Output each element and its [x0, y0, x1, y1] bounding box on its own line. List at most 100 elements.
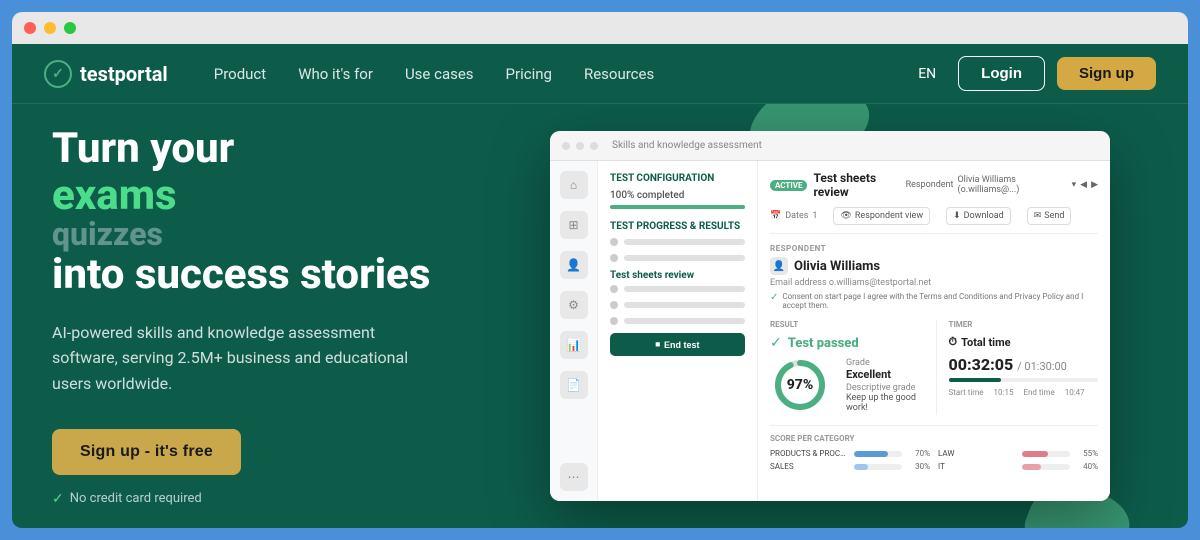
- score-pct-0: 70%: [906, 449, 930, 458]
- test-config-progress-bar: [610, 205, 745, 209]
- hero-title-word2: quizzes: [52, 218, 452, 252]
- sidebar-icon-home[interactable]: ⌂: [560, 171, 588, 199]
- test-config-progress-fill: [610, 205, 745, 209]
- app-body: ⌂ ⊞ 👤 ⚙ 📊 📄 ⋯ Test configuration 100% co…: [550, 161, 1110, 501]
- app-dot-1: [562, 142, 570, 150]
- eye-icon: 👁: [840, 211, 851, 221]
- clock-icon: ⏱: [949, 335, 958, 349]
- navbar: ✓ testportal Product Who it's for Use ca…: [12, 44, 1188, 104]
- respondent-section-label: RESPONDENT: [770, 244, 1098, 253]
- timer-value: 00:32:05 / 01:30:00: [949, 355, 1099, 374]
- respondent-view-btn[interactable]: 👁 Respondent view: [833, 207, 930, 225]
- panel-row-3: [610, 285, 745, 293]
- score-bar-wrap-2: [1022, 451, 1070, 457]
- panel-dot-3: [610, 285, 618, 293]
- panel-dot-5: [610, 317, 618, 325]
- person-icon: 👤: [770, 257, 788, 275]
- timer-max: / 01:30:00: [1017, 360, 1067, 373]
- download-icon: ⬇: [953, 211, 961, 221]
- calendar-icon: 📅: [770, 211, 781, 221]
- meta-row: 📅 Dates 1 👁 Respondent view ⬇ Download: [770, 207, 1098, 234]
- score-section-label: SCORE PER CATEGORY: [770, 434, 1098, 443]
- sidebar-icon-settings[interactable]: ⚙: [560, 291, 588, 319]
- send-icon: ✉: [1034, 211, 1042, 221]
- score-name-0: PRODUCTS & PROCEDURES: [770, 449, 850, 458]
- hero-section: Turn your exams quizzes into success sto…: [12, 104, 1188, 528]
- result-block: RESULT ✓ Test passed: [770, 320, 920, 415]
- chevron-icon: ▾: [1072, 180, 1077, 190]
- main-header: ACTIVE Test sheets review Respondent Oli…: [770, 171, 1098, 199]
- language-selector[interactable]: EN: [908, 60, 946, 88]
- nav-next-icon[interactable]: ▶: [1091, 180, 1098, 190]
- login-button[interactable]: Login: [958, 56, 1045, 91]
- sidebar-icon-more[interactable]: ⋯: [560, 463, 588, 491]
- end-time-value: 10:47: [1065, 388, 1085, 397]
- nav-product[interactable]: Product: [200, 57, 280, 91]
- nav-links: Product Who it's for Use cases Pricing R…: [200, 57, 908, 91]
- descriptive-grade-label: Descriptive grade: [846, 383, 920, 393]
- hero-title-suffix: into success stories: [52, 250, 430, 299]
- score-item-2: LAW 55%: [938, 449, 1098, 458]
- score-col-left: PRODUCTS & PROCEDURES 70% SALES: [770, 449, 930, 475]
- browser-window: ✓ testportal Product Who it's for Use ca…: [12, 12, 1188, 528]
- logo[interactable]: ✓ testportal: [44, 60, 168, 88]
- test-passed-check-icon: ✓: [770, 335, 782, 351]
- score-col-right: LAW 55% IT: [938, 449, 1098, 475]
- cta-button[interactable]: Sign up - it's free: [52, 429, 241, 475]
- no-cc-label: ✓ No credit card required: [52, 491, 452, 507]
- app-main: ACTIVE Test sheets review Respondent Oli…: [758, 161, 1110, 501]
- app-left-panel: Test configuration 100% completed Test p…: [598, 161, 758, 501]
- end-test-label: End test: [664, 340, 700, 350]
- donut-value: 97%: [787, 377, 814, 393]
- minimize-dot[interactable]: [44, 22, 56, 34]
- end-time-label: End time: [1023, 388, 1054, 397]
- panel-row-4: [610, 301, 745, 309]
- respondent-section: RESPONDENT 👤 Olivia Williams Email addre…: [770, 244, 1098, 310]
- timer-progress-bar: [949, 378, 1099, 382]
- sidebar-icon-grid[interactable]: ⊞: [560, 211, 588, 239]
- result-label: RESULT: [770, 320, 920, 329]
- close-dot[interactable]: [24, 22, 36, 34]
- consent-check-icon: ✓: [770, 292, 778, 303]
- sidebar-icon-user[interactable]: 👤: [560, 251, 588, 279]
- score-bar-fill-1: [854, 464, 868, 470]
- download-btn[interactable]: ⬇ Download: [946, 207, 1011, 225]
- panel-row-2: [610, 254, 745, 262]
- hero-title: Turn your exams quizzes into success sto…: [52, 125, 452, 299]
- panel-line-5: [624, 318, 745, 324]
- test-sheets-review-link[interactable]: Test sheets review: [610, 270, 745, 281]
- timer-meta: Start time 10:15 End time 10:47: [949, 388, 1099, 397]
- check-icon: ✓: [52, 491, 64, 507]
- app-window: Skills and knowledge assessment ⌂ ⊞ 👤 ⚙ …: [550, 131, 1110, 501]
- send-btn[interactable]: ✉ Send: [1027, 207, 1072, 225]
- app-dot-2: [576, 142, 584, 150]
- nav-prev-icon[interactable]: ◀: [1080, 180, 1087, 190]
- panel-dot-4: [610, 301, 618, 309]
- sidebar-icon-chart[interactable]: 📊: [560, 331, 588, 359]
- panel-dot-2: [610, 254, 618, 262]
- score-pct-1: 30%: [906, 462, 930, 471]
- dates-label: Dates: [785, 211, 808, 221]
- timer-section-label: TIMER: [949, 320, 1099, 329]
- active-badge: ACTIVE: [770, 180, 807, 191]
- dates-count: 1: [812, 211, 817, 221]
- panel-row-1: [610, 238, 745, 246]
- end-test-button[interactable]: ⏹ End test: [610, 333, 745, 356]
- score-name-2: LAW: [938, 449, 1018, 458]
- descriptive-grade-value: Keep up the good work!: [846, 393, 920, 413]
- respondent-label: Respondent: [906, 180, 954, 190]
- signup-button[interactable]: Sign up: [1057, 57, 1156, 90]
- nav-pricing[interactable]: Pricing: [492, 57, 566, 91]
- grade-label: Grade: [846, 358, 920, 368]
- respondent-name: 👤 Olivia Williams: [770, 257, 1098, 275]
- nav-resources[interactable]: Resources: [570, 57, 668, 91]
- maximize-dot[interactable]: [64, 22, 76, 34]
- timer-progress-fill: [949, 378, 1001, 382]
- grade-info: Grade Excellent Descriptive grade Keep u…: [846, 358, 920, 413]
- hero-title-word1: exams: [52, 174, 452, 218]
- sidebar-icon-doc[interactable]: 📄: [560, 371, 588, 399]
- score-bar-wrap-0: [854, 451, 902, 457]
- nav-use-cases[interactable]: Use cases: [391, 57, 488, 91]
- score-rows: PRODUCTS & PROCEDURES 70% SALES: [770, 449, 1098, 475]
- nav-who[interactable]: Who it's for: [284, 57, 387, 91]
